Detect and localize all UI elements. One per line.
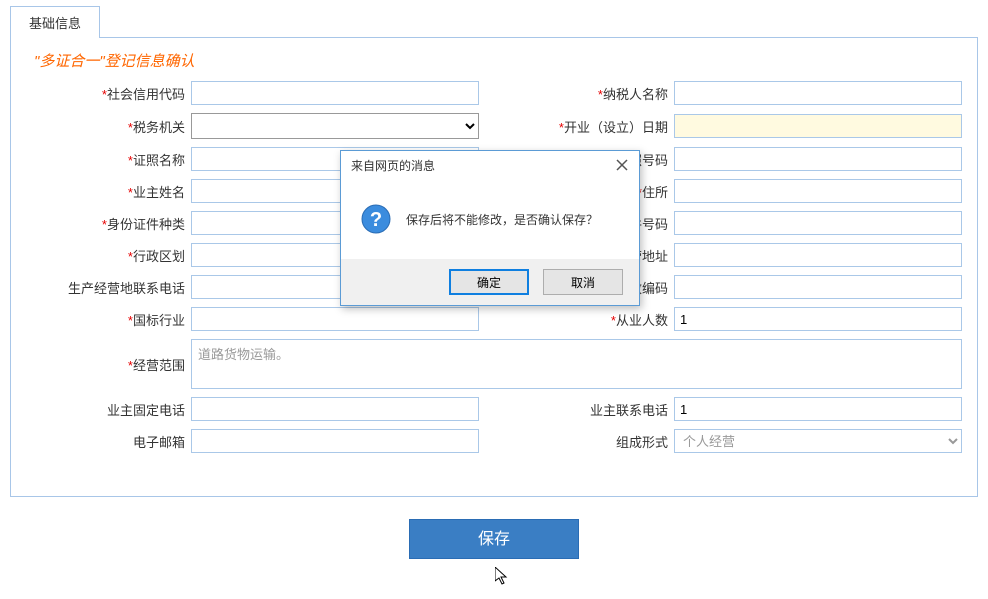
cancel-button[interactable]: 取消 — [543, 269, 623, 295]
confirm-dialog: 来自网页的消息 ? 保存后将不能修改，是否确认保存？ 确定 取消 — [340, 150, 640, 306]
close-icon[interactable] — [613, 156, 631, 174]
question-icon: ? — [361, 204, 391, 234]
dialog-message: 保存后将不能修改，是否确认保存？ — [406, 211, 598, 228]
modal-overlay: 来自网页的消息 ? 保存后将不能修改，是否确认保存？ 确定 取消 — [0, 0, 988, 599]
svg-text:?: ? — [370, 209, 382, 231]
ok-button[interactable]: 确定 — [449, 269, 529, 295]
dialog-title: 来自网页的消息 — [351, 157, 435, 174]
